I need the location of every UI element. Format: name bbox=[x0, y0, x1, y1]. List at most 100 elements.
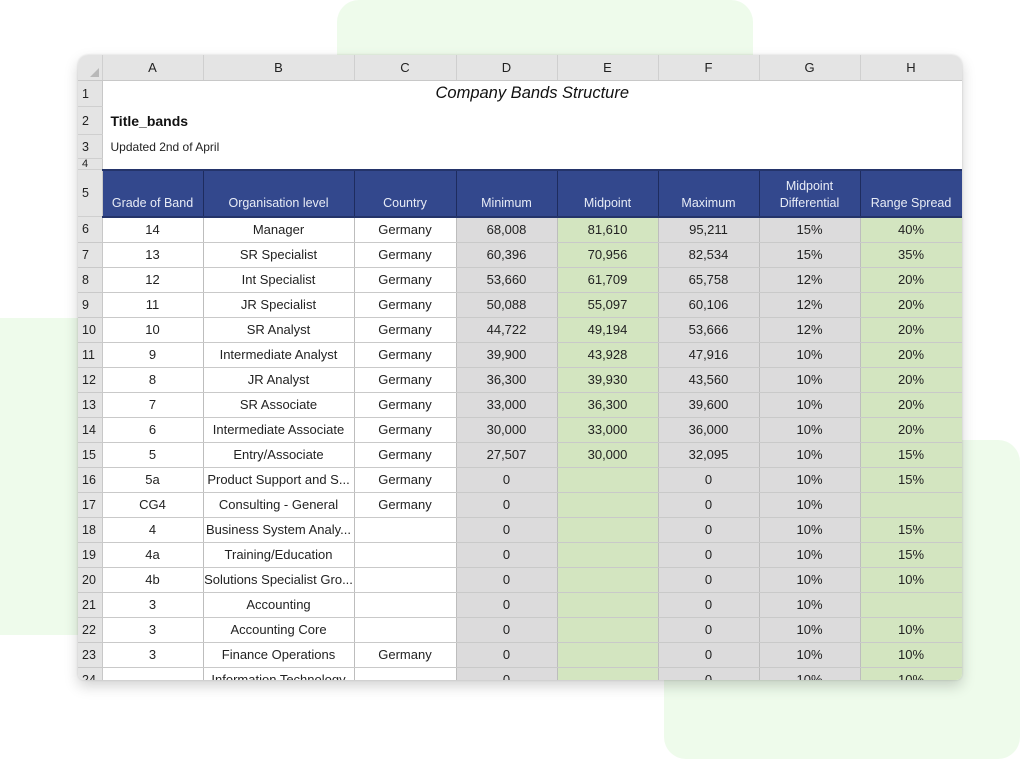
cell-midpoint[interactable] bbox=[557, 542, 659, 568]
cell-grade-of-band[interactable]: 5a bbox=[102, 467, 204, 493]
row-header[interactable]: 22 bbox=[78, 617, 103, 643]
row-header-5[interactable]: 5 bbox=[78, 169, 103, 217]
cell-midpoint-differential[interactable]: 10% bbox=[759, 617, 861, 643]
cell-organisation-level[interactable]: SR Specialist bbox=[203, 242, 355, 268]
header-midpoint-differential[interactable]: Midpoint Differential bbox=[759, 168, 861, 218]
updated-date-cell[interactable]: Updated 2nd of April bbox=[102, 135, 962, 159]
cell-grade-of-band[interactable]: 4b bbox=[102, 567, 204, 593]
cell-minimum[interactable]: 33,000 bbox=[456, 392, 558, 418]
cell-grade-of-band[interactable]: 5 bbox=[102, 442, 204, 468]
cell-organisation-level[interactable]: Accounting Core bbox=[203, 617, 355, 643]
cell-minimum[interactable]: 68,008 bbox=[456, 216, 558, 243]
cell-minimum[interactable]: 0 bbox=[456, 617, 558, 643]
cell-country[interactable]: Germany bbox=[354, 417, 457, 443]
select-all-corner[interactable] bbox=[78, 55, 103, 81]
cell-midpoint-differential[interactable]: 10% bbox=[759, 367, 861, 393]
header-country[interactable]: Country bbox=[354, 168, 457, 218]
cell-midpoint-differential[interactable]: 10% bbox=[759, 417, 861, 443]
cell-country[interactable]: Germany bbox=[354, 442, 457, 468]
cell-minimum[interactable]: 0 bbox=[456, 542, 558, 568]
cell-maximum[interactable]: 0 bbox=[658, 517, 760, 543]
cell-grade-of-band[interactable]: 10 bbox=[102, 317, 204, 343]
cell-midpoint-differential[interactable]: 10% bbox=[759, 492, 861, 518]
cell-minimum[interactable]: 50,088 bbox=[456, 292, 558, 318]
cell-range-spread[interactable]: 10% bbox=[860, 617, 962, 643]
cell-midpoint-differential[interactable]: 10% bbox=[759, 642, 861, 668]
cell-country[interactable]: Germany bbox=[354, 267, 457, 293]
row-header[interactable]: 7 bbox=[78, 242, 103, 268]
column-header-a[interactable]: A bbox=[102, 55, 204, 81]
cell-grade-of-band[interactable]: 3 bbox=[102, 592, 204, 618]
row-header[interactable]: 21 bbox=[78, 592, 103, 618]
cell-minimum[interactable]: 0 bbox=[456, 567, 558, 593]
cell-range-spread[interactable]: 15% bbox=[860, 442, 962, 468]
cell-organisation-level[interactable]: Int Specialist bbox=[203, 267, 355, 293]
cell-range-spread[interactable]: 20% bbox=[860, 342, 962, 368]
cell-grade-of-band[interactable]: 4 bbox=[102, 517, 204, 543]
cell-minimum[interactable]: 60,396 bbox=[456, 242, 558, 268]
cell-maximum[interactable]: 47,916 bbox=[658, 342, 760, 368]
cell-maximum[interactable]: 95,211 bbox=[658, 216, 760, 243]
cell-maximum[interactable]: 65,758 bbox=[658, 267, 760, 293]
column-header-h[interactable]: H bbox=[860, 55, 962, 81]
cell-midpoint-differential[interactable]: 10% bbox=[759, 392, 861, 418]
column-header-c[interactable]: C bbox=[354, 55, 457, 81]
cell-minimum[interactable]: 0 bbox=[456, 467, 558, 493]
cell-range-spread[interactable]: 20% bbox=[860, 267, 962, 293]
cell-organisation-level[interactable]: Entry/Associate bbox=[203, 442, 355, 468]
cell-midpoint[interactable]: 43,928 bbox=[557, 342, 659, 368]
cell-range-spread[interactable]: 20% bbox=[860, 292, 962, 318]
cell-minimum[interactable]: 44,722 bbox=[456, 317, 558, 343]
cell-grade-of-band[interactable]: 3 bbox=[102, 617, 204, 643]
cell-midpoint-differential[interactable]: 10% bbox=[759, 567, 861, 593]
cell-midpoint[interactable]: 33,000 bbox=[557, 417, 659, 443]
cell-grade-of-band[interactable]: 6 bbox=[102, 417, 204, 443]
cell-grade-of-band[interactable]: 4a bbox=[102, 542, 204, 568]
cell-midpoint[interactable]: 36,300 bbox=[557, 392, 659, 418]
cell-country[interactable]: Germany bbox=[354, 467, 457, 493]
cell-grade-of-band[interactable]: 14 bbox=[102, 216, 204, 243]
header-range-spread[interactable]: Range Spread bbox=[860, 168, 962, 218]
cell-minimum[interactable]: 36,300 bbox=[456, 367, 558, 393]
cell-midpoint-differential[interactable]: 10% bbox=[759, 442, 861, 468]
cell-maximum[interactable]: 0 bbox=[658, 642, 760, 668]
cell-grade-of-band[interactable]: CG4 bbox=[102, 492, 204, 518]
cell-country[interactable]: Germany bbox=[354, 292, 457, 318]
cell-organisation-level[interactable]: Training/Education bbox=[203, 542, 355, 568]
cell-range-spread[interactable]: 10% bbox=[860, 567, 962, 593]
cell-organisation-level[interactable]: SR Associate bbox=[203, 392, 355, 418]
cell-midpoint-differential[interactable]: 15% bbox=[759, 216, 861, 243]
cell-maximum[interactable]: 0 bbox=[658, 492, 760, 518]
cell-maximum[interactable]: 32,095 bbox=[658, 442, 760, 468]
cell-maximum[interactable]: 0 bbox=[658, 567, 760, 593]
cell-organisation-level[interactable]: Product Support and S... bbox=[203, 467, 355, 493]
cell-country[interactable]: Germany bbox=[354, 317, 457, 343]
cell-minimum[interactable]: 30,000 bbox=[456, 417, 558, 443]
cell-range-spread[interactable]: 10% bbox=[860, 667, 962, 680]
cell-organisation-level[interactable]: Intermediate Analyst bbox=[203, 342, 355, 368]
row-header[interactable]: 15 bbox=[78, 442, 103, 468]
cell-organisation-level[interactable]: Accounting bbox=[203, 592, 355, 618]
row-header-4[interactable]: 4 bbox=[78, 158, 103, 170]
cell-range-spread[interactable]: 20% bbox=[860, 367, 962, 393]
cell-organisation-level[interactable]: Finance Operations bbox=[203, 642, 355, 668]
cell-minimum[interactable]: 0 bbox=[456, 517, 558, 543]
cell-midpoint[interactable] bbox=[557, 667, 659, 680]
cell-organisation-level[interactable]: SR Analyst bbox=[203, 317, 355, 343]
cell-midpoint[interactable] bbox=[557, 517, 659, 543]
cell-midpoint[interactable] bbox=[557, 492, 659, 518]
header-maximum[interactable]: Maximum bbox=[658, 168, 760, 218]
row-header[interactable]: 13 bbox=[78, 392, 103, 418]
column-header-e[interactable]: E bbox=[557, 55, 659, 81]
row-header[interactable]: 11 bbox=[78, 342, 103, 368]
cell-country[interactable]: Germany bbox=[354, 367, 457, 393]
cell-maximum[interactable]: 53,666 bbox=[658, 317, 760, 343]
cell-range-spread[interactable]: 15% bbox=[860, 542, 962, 568]
row-header[interactable]: 9 bbox=[78, 292, 103, 318]
cell-grade-of-band[interactable]: 11 bbox=[102, 292, 204, 318]
cell-country[interactable] bbox=[354, 542, 457, 568]
row-header[interactable]: 6 bbox=[78, 216, 103, 243]
cell-range-spread[interactable]: 10% bbox=[860, 642, 962, 668]
cell-country[interactable]: Germany bbox=[354, 642, 457, 668]
cell-grade-of-band[interactable] bbox=[102, 667, 204, 680]
